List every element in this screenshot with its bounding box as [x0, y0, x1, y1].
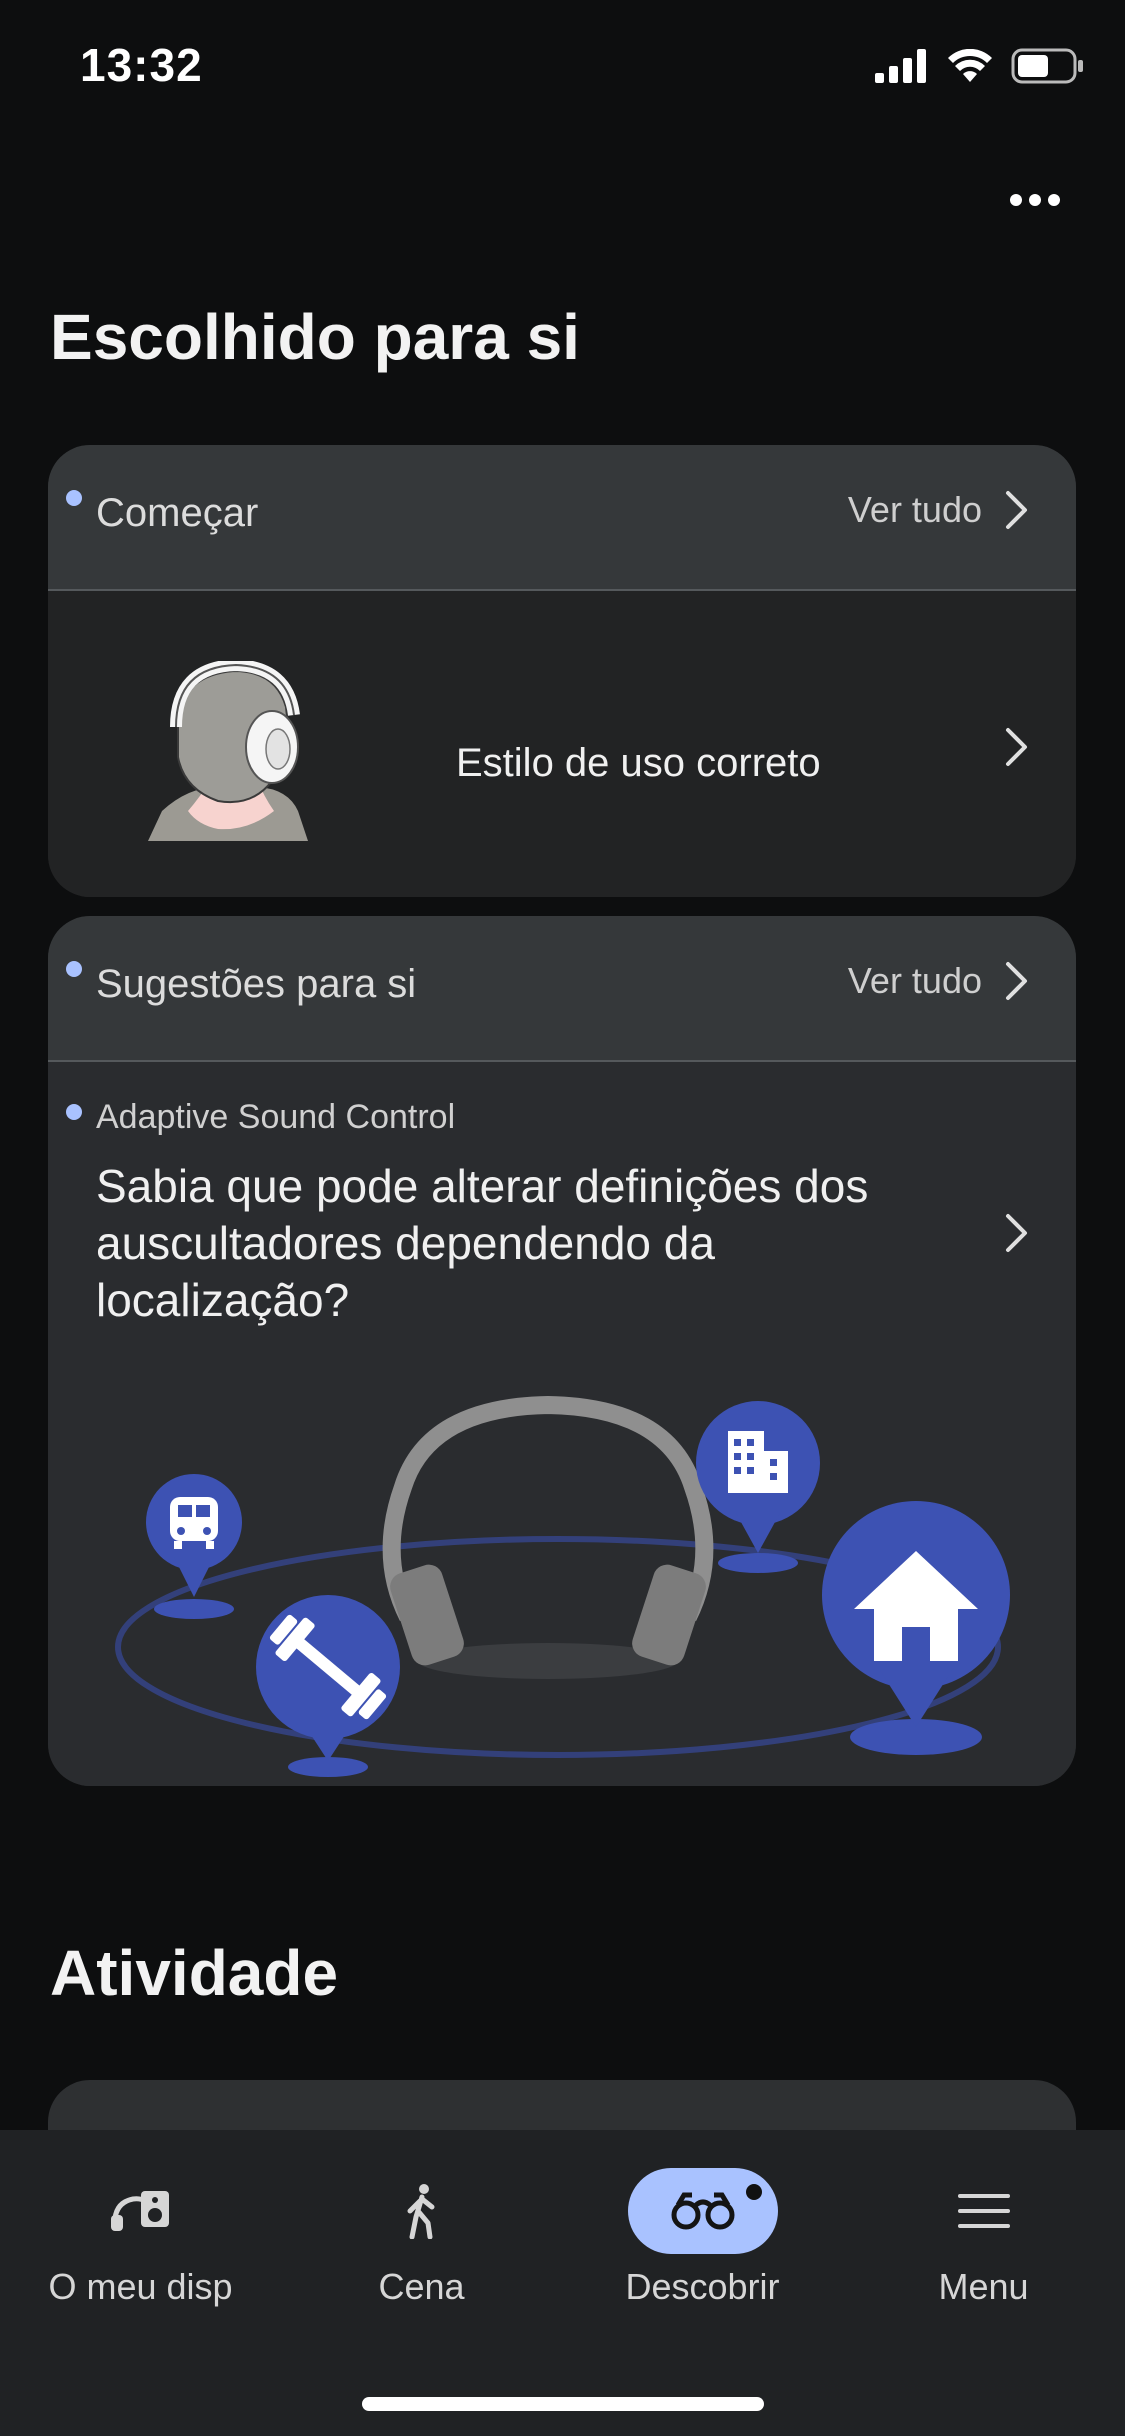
status-bar: 13:32 [0, 0, 1125, 140]
train-location-pin [146, 1474, 242, 1619]
bottom-navigation-bar: O meu disp Cena Descobrir Menu [0, 2130, 1125, 2436]
nav-label: Menu [938, 2266, 1029, 2307]
item-headline: Sabia que pode alterar definições dos au… [96, 1160, 869, 1326]
see-all-link[interactable]: Ver tudo [848, 960, 1030, 1002]
chevron-right-icon [1006, 1214, 1027, 1252]
ellipsis-icon [1010, 194, 1060, 206]
person-wearing-headphones-illustration [148, 661, 308, 841]
section-title-picked: Escolhido para si [50, 301, 580, 373]
nav-icon-box-active [627, 2168, 778, 2254]
nav-item-scene[interactable]: Cena [281, 2130, 562, 2330]
see-all-label: Ver tudo [847, 489, 982, 530]
see-all-label: Ver tudo [847, 960, 982, 1001]
item-kicker: Adaptive Sound Control [96, 1098, 456, 1136]
device-icon [110, 2191, 169, 2231]
nav-item-menu[interactable]: Menu [843, 2130, 1124, 2330]
hamburger-menu-icon [957, 2194, 1010, 2228]
location-based-headphones-illustration [115, 1395, 1010, 1777]
binoculars-icon [671, 2192, 734, 2230]
chevron-right-icon [1006, 962, 1027, 1000]
status-time: 13:32 [80, 39, 203, 91]
nav-label: Cena [378, 2266, 465, 2307]
cellular-signal-icon [875, 49, 926, 83]
status-icons [875, 48, 1085, 84]
nav-item-discover[interactable]: Descobrir [562, 2130, 843, 2330]
home-indicator[interactable] [362, 2397, 764, 2411]
card-getting-started: Começar Ver tudo Estilo de uso correto [48, 445, 1076, 897]
nav-item-my-device[interactable]: O meu disp [0, 2130, 281, 2330]
card-item-wearing-style[interactable]: Estilo de uso correto [48, 591, 1076, 897]
more-options-button[interactable] [995, 170, 1075, 230]
chevron-right-icon [1006, 728, 1027, 766]
unread-dot [66, 1104, 82, 1120]
wifi-icon [948, 49, 992, 82]
card-title: Sugestões para si [96, 962, 417, 1006]
item-label: Estilo de uso correto [456, 741, 821, 785]
unread-dot [66, 490, 82, 506]
unread-dot [66, 961, 82, 977]
card-header: Sugestões para si Ver tudo [48, 916, 1076, 1062]
chevron-right-icon [1006, 491, 1027, 529]
card-title: Começar [96, 491, 259, 535]
gym-location-pin [256, 1595, 400, 1777]
walking-person-icon [407, 2184, 434, 2239]
nav-icon-box [347, 2168, 497, 2254]
card-item-adaptive-sound-control[interactable]: Adaptive Sound Control Sabia que pode al… [48, 1062, 1076, 1786]
nav-label: O meu disp [48, 2266, 233, 2307]
nav-icon-box [66, 2168, 216, 2254]
card-header: Começar Ver tudo [48, 445, 1076, 591]
section-title-activity: Atividade [50, 1937, 339, 2009]
see-all-link[interactable]: Ver tudo [848, 489, 1030, 531]
nav-label: Descobrir [625, 2266, 780, 2307]
card-suggestions: Sugestões para si Ver tudo Adaptive Soun… [48, 916, 1076, 1786]
nav-icon-box [909, 2168, 1059, 2254]
home-location-pin [822, 1501, 1010, 1755]
battery-icon [1011, 48, 1083, 84]
notification-badge [745, 2184, 762, 2200]
